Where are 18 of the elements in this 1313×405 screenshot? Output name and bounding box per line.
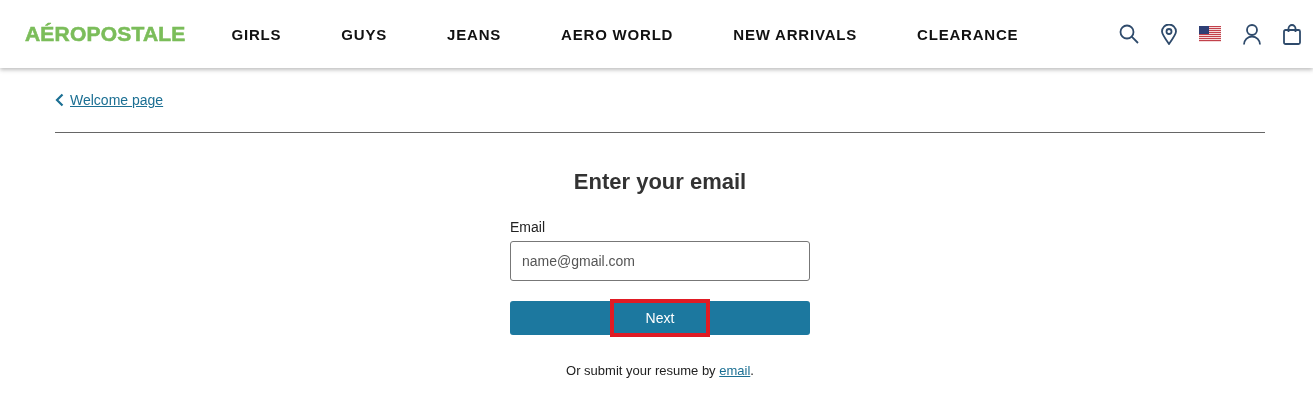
- user-icon[interactable]: [1243, 23, 1261, 45]
- chevron-left-icon[interactable]: [55, 93, 64, 107]
- search-icon[interactable]: [1119, 24, 1139, 44]
- nav-link[interactable]: NEW ARRIVALS: [733, 25, 858, 43]
- shopping-bag-icon[interactable]: [1283, 23, 1301, 45]
- email-field[interactable]: name@gmail.com: [510, 241, 810, 281]
- resume-sentence: Or submit your resume by email.: [565, 363, 755, 378]
- nav-link[interactable]: JEANS: [447, 25, 502, 43]
- next-button[interactable]: Next: [510, 301, 810, 335]
- nav-link[interactable]: GIRLS: [231, 25, 282, 43]
- nav-link[interactable]: CLEARANCE: [917, 25, 1019, 43]
- back-link[interactable]: Welcome page: [70, 92, 164, 108]
- nav-link[interactable]: GUYS: [341, 25, 388, 43]
- flag-icon[interactable]: [1199, 26, 1221, 42]
- location-pin-icon[interactable]: [1161, 23, 1177, 45]
- page-title: Enter your email: [572, 169, 748, 195]
- nav-link[interactable]: AERO WORLD: [561, 25, 674, 43]
- field-label: Email: [510, 219, 546, 235]
